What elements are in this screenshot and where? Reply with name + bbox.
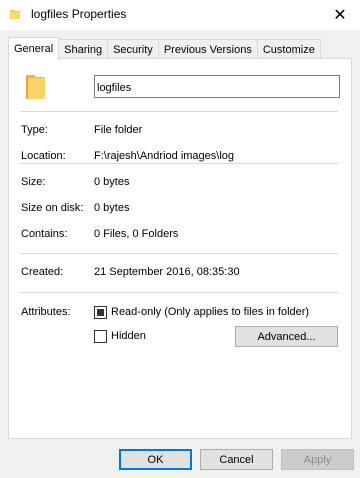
divider: [20, 111, 338, 112]
tab-sharing-label: Sharing: [64, 43, 103, 56]
tab-previous-versions-label: Previous Versions: [163, 43, 252, 56]
attributes-label: Attributes:: [21, 306, 71, 318]
divider: [20, 163, 338, 164]
location-value: F:\rajesh\Andriod images\log: [94, 150, 235, 162]
cancel-button[interactable]: Cancel: [200, 449, 273, 470]
size-label: Size:: [21, 176, 46, 188]
tab-strip: General Sharing Security Previous Versio…: [8, 37, 321, 62]
tab-customize-label: Customize: [262, 43, 315, 56]
readonly-label: Read-only (Only applies to files in fold…: [111, 306, 310, 318]
properties-window: logfiles Properties ✕ General Sharing Se…: [0, 0, 360, 478]
ok-button[interactable]: OK: [119, 449, 192, 470]
folder-icon: [26, 75, 45, 99]
advanced-button-label: Advanced...: [257, 330, 316, 343]
folder-name-input[interactable]: [94, 75, 340, 98]
window-title: logfiles Properties: [31, 7, 127, 21]
general-panel: [8, 58, 352, 439]
apply-button-label: Apply: [303, 453, 332, 466]
contains-value: 0 Files, 0 Folders: [94, 228, 179, 240]
hidden-label: Hidden: [111, 330, 146, 342]
close-icon: ✕: [333, 7, 347, 24]
tab-sharing[interactable]: Sharing: [58, 39, 109, 59]
close-button[interactable]: ✕: [320, 0, 360, 30]
divider: [20, 292, 338, 293]
type-value: File folder: [94, 124, 143, 136]
hidden-checkbox[interactable]: [94, 330, 107, 343]
size-value: 0 bytes: [94, 176, 130, 188]
tab-customize[interactable]: Customize: [256, 39, 321, 59]
tab-general-label: General: [14, 43, 54, 55]
ok-button-label: OK: [147, 453, 164, 466]
location-label: Location:: [21, 150, 66, 162]
type-label: Type:: [21, 124, 48, 136]
advanced-button[interactable]: Advanced...: [235, 326, 338, 347]
folder-icon: [10, 10, 20, 19]
created-label: Created:: [21, 266, 64, 278]
tab-general[interactable]: General: [8, 37, 60, 62]
size-on-disk-label: Size on disk:: [21, 202, 84, 214]
title-bar: logfiles Properties ✕: [0, 0, 360, 30]
divider: [20, 253, 338, 254]
tab-previous-versions[interactable]: Previous Versions: [157, 39, 258, 59]
apply-button[interactable]: Apply: [281, 449, 354, 470]
tab-security[interactable]: Security: [107, 39, 159, 59]
readonly-checkbox[interactable]: [94, 306, 107, 319]
created-value: 21 September 2016, 08:35:30: [94, 266, 240, 278]
contains-label: Contains:: [21, 228, 68, 240]
size-on-disk-value: 0 bytes: [94, 202, 130, 214]
cancel-button-label: Cancel: [219, 453, 254, 466]
tab-security-label: Security: [113, 43, 153, 56]
